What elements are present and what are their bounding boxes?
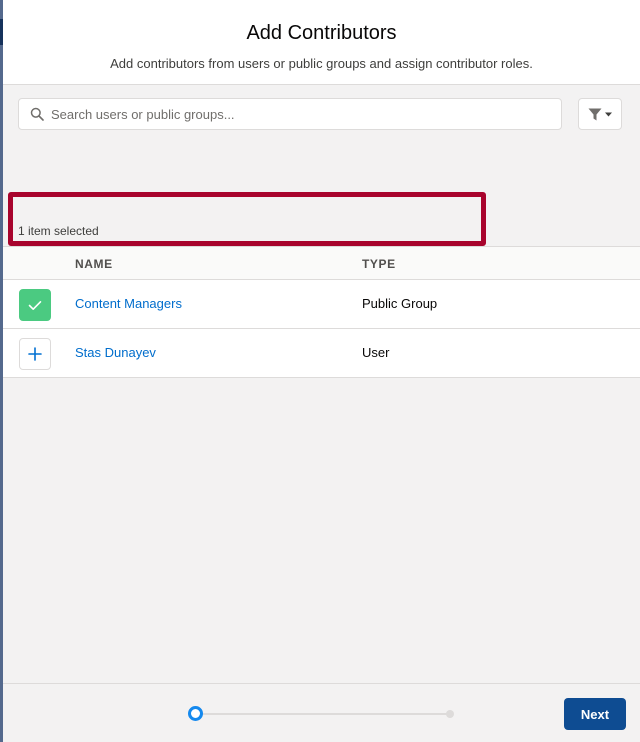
row-name-link[interactable]: Stas Dunayev xyxy=(75,345,156,360)
modal-title: Add Contributors xyxy=(246,22,397,44)
table-row: Content Managers Public Group xyxy=(3,280,640,329)
deselect-button[interactable] xyxy=(19,289,51,321)
caret-down-icon xyxy=(605,112,612,116)
add-contributors-modal: Add Contributors Add contributors from u… xyxy=(3,0,640,742)
row-type: Public Group xyxy=(362,296,438,311)
progress-step-next[interactable] xyxy=(446,710,454,718)
modal-subtitle: Add contributors from users or public gr… xyxy=(110,56,533,71)
plus-icon xyxy=(28,347,42,361)
modal-header: Add Contributors Add contributors from u… xyxy=(3,0,640,85)
column-header-type: TYPE xyxy=(362,257,396,271)
search-input[interactable] xyxy=(51,99,551,129)
add-button[interactable] xyxy=(19,338,51,370)
modal-body: 1 item selected NAME TYPE Content Manage… xyxy=(3,85,640,684)
filter-icon xyxy=(588,108,602,120)
next-button[interactable]: Next xyxy=(564,698,626,730)
progress-track xyxy=(199,713,449,715)
progress-step-current[interactable] xyxy=(188,706,203,721)
table-row: Stas Dunayev User xyxy=(3,329,640,378)
row-type: User xyxy=(362,345,390,360)
modal-footer: Next xyxy=(3,684,640,742)
results-table: NAME TYPE Content Managers Public Group xyxy=(3,246,640,378)
table-header: NAME TYPE xyxy=(3,247,640,280)
search-icon xyxy=(30,107,44,121)
check-icon xyxy=(28,300,42,310)
column-header-name: NAME xyxy=(75,257,113,271)
search-row xyxy=(18,98,622,131)
selected-count: 1 item selected xyxy=(18,224,99,238)
search-box[interactable] xyxy=(18,98,562,130)
row-name-link[interactable]: Content Managers xyxy=(75,296,182,311)
filter-button[interactable] xyxy=(578,98,622,130)
